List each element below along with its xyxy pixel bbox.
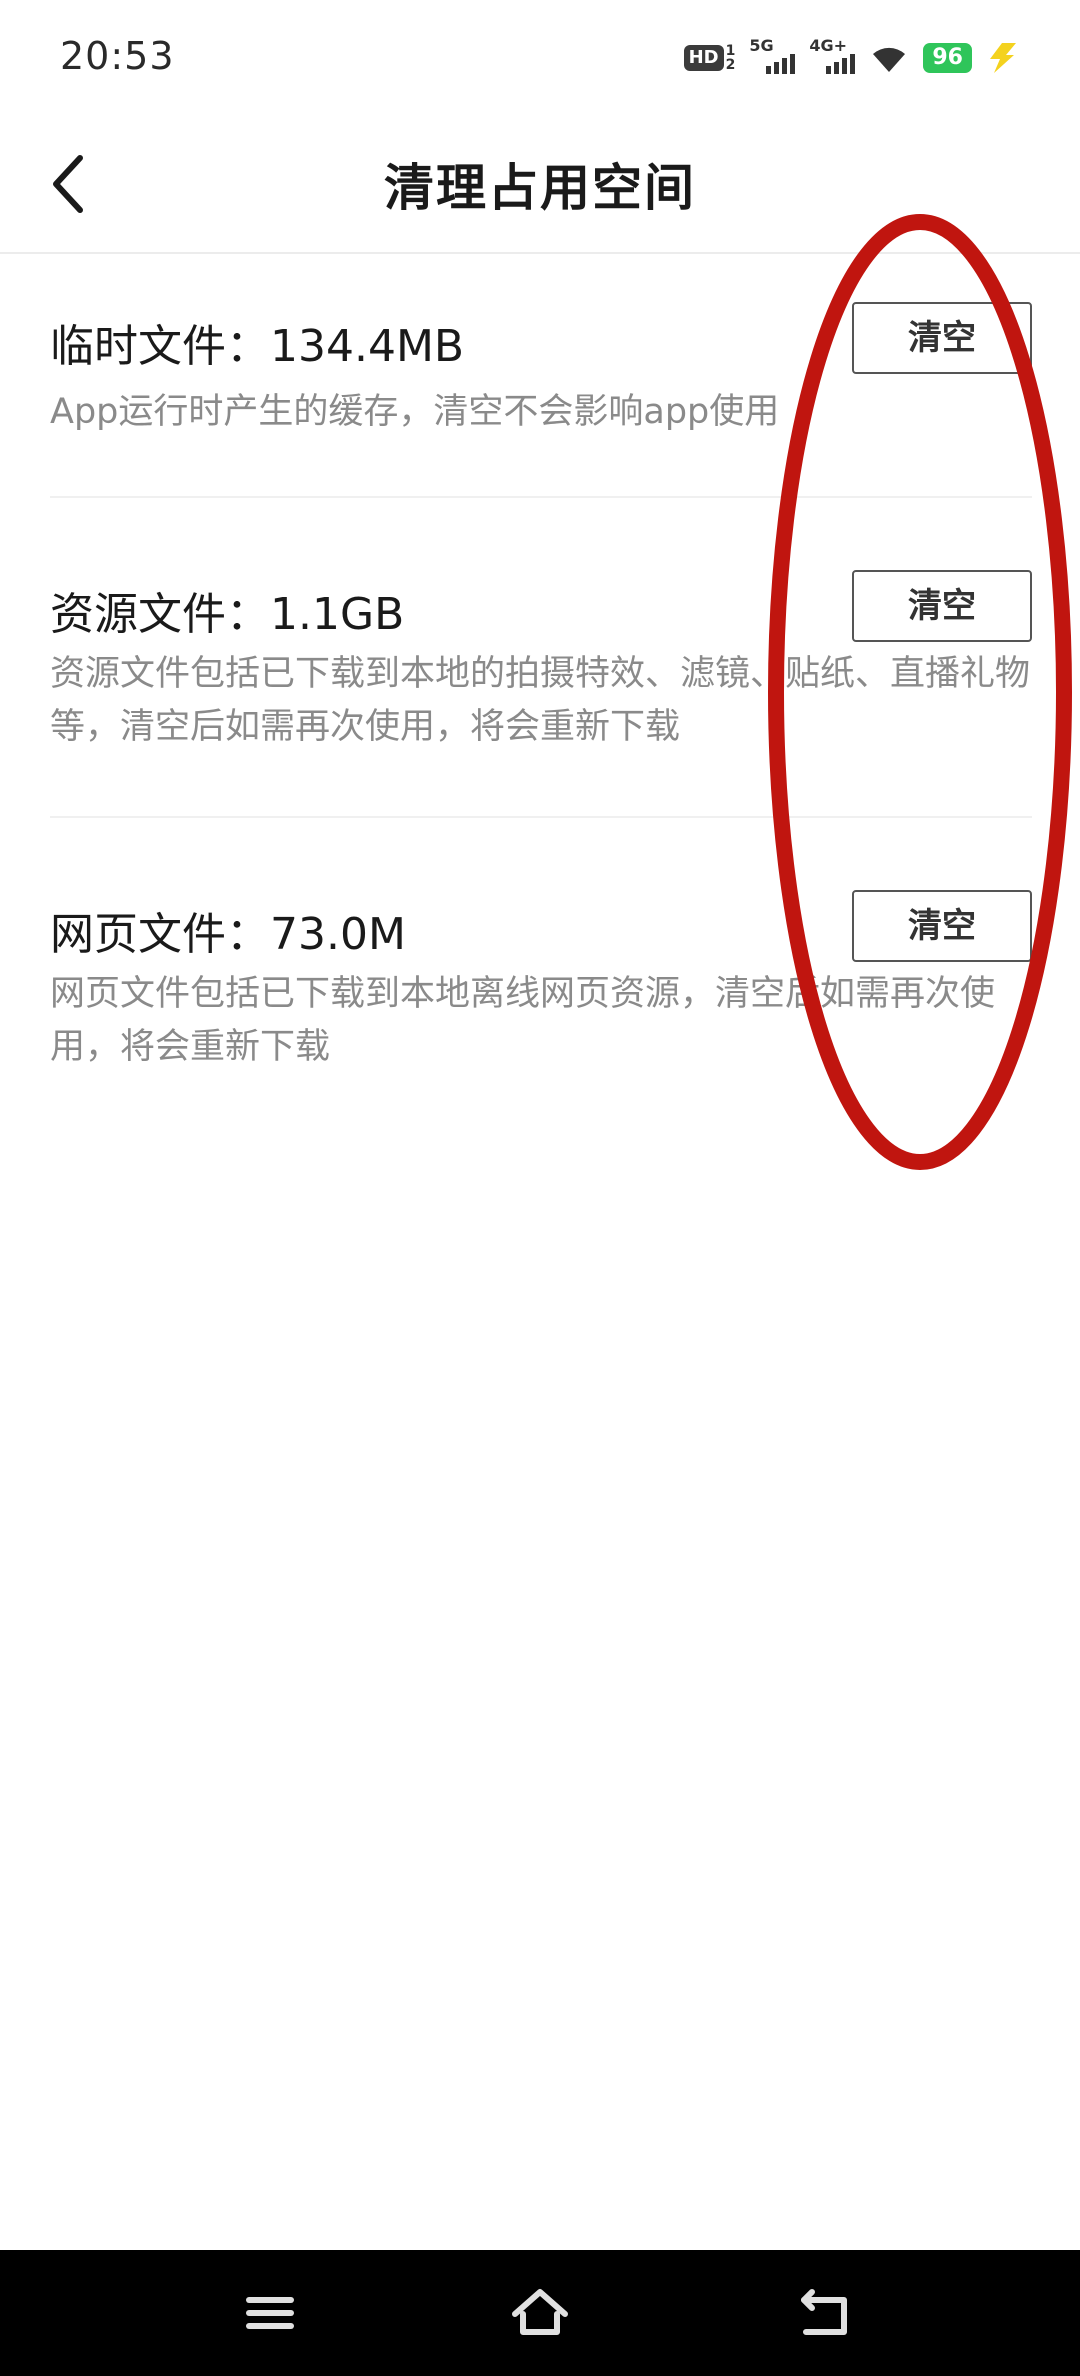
hd-icon: HD 1 2 <box>683 43 736 73</box>
network-4g-label: 4G+ <box>809 36 848 55</box>
system-nav-bar <box>0 2250 1080 2376</box>
page-title: 清理占用空间 <box>384 159 696 217</box>
battery-indicator: 96 <box>923 43 972 73</box>
item-title: 网页文件：73.0M <box>50 909 406 960</box>
item-description: App运行时产生的缓存，清空不会影响app使用 <box>50 392 780 432</box>
list-item-temp-files: 临时文件：134.4MB 清空 App运行时产生的缓存，清空不会影响app使用 <box>50 254 1032 494</box>
nav-home-button[interactable] <box>505 2278 575 2348</box>
hd-sub-bottom: 2 <box>725 57 736 73</box>
nav-menu-button[interactable] <box>235 2278 305 2348</box>
status-time: 20:53 <box>60 34 175 78</box>
clear-temp-files-button[interactable]: 清空 <box>852 302 1032 374</box>
network-5g-label: 5G <box>749 36 774 55</box>
signal-5g-icon: 5G <box>749 36 796 78</box>
status-icons: HD 1 2 5G 4G+ 96 <box>683 36 1020 78</box>
hd-label: HD <box>683 45 724 71</box>
item-description: 资源文件包括已下载到本地的拍摄特效、滤镜、贴纸、直播礼物等，清空后如需再次使用，… <box>50 654 1031 747</box>
lightning-icon <box>990 43 1016 73</box>
status-bar: 20:53 HD 1 2 5G 4G+ 96 <box>0 0 1080 120</box>
back-icon <box>801 2289 847 2335</box>
menu-icon <box>246 2297 294 2329</box>
item-title: 临时文件：134.4MB <box>50 321 465 372</box>
home-icon <box>512 2289 568 2335</box>
nav-back-button[interactable] <box>790 2278 860 2348</box>
item-title: 资源文件：1.1GB <box>50 589 405 640</box>
signal-4g-icon: 4G+ <box>809 36 856 78</box>
app-header: 清理占用空间 <box>0 120 1080 254</box>
clear-web-files-button[interactable]: 清空 <box>852 890 1032 962</box>
list-item-resource-files: 资源文件：1.1GB 清空 资源文件包括已下载到本地的拍摄特效、滤镜、贴纸、直播… <box>50 498 1032 818</box>
wifi-icon <box>873 47 906 72</box>
hd-sub-top: 1 <box>725 43 736 59</box>
item-description: 网页文件包括已下载到本地离线网页资源，清空后如需再次使用，将会重新下载 <box>50 974 996 1067</box>
clear-resource-files-button[interactable]: 清空 <box>852 570 1032 642</box>
list-item-web-files: 网页文件：73.0M 清空 网页文件包括已下载到本地离线网页资源，清空后如需再次… <box>50 818 1032 1118</box>
